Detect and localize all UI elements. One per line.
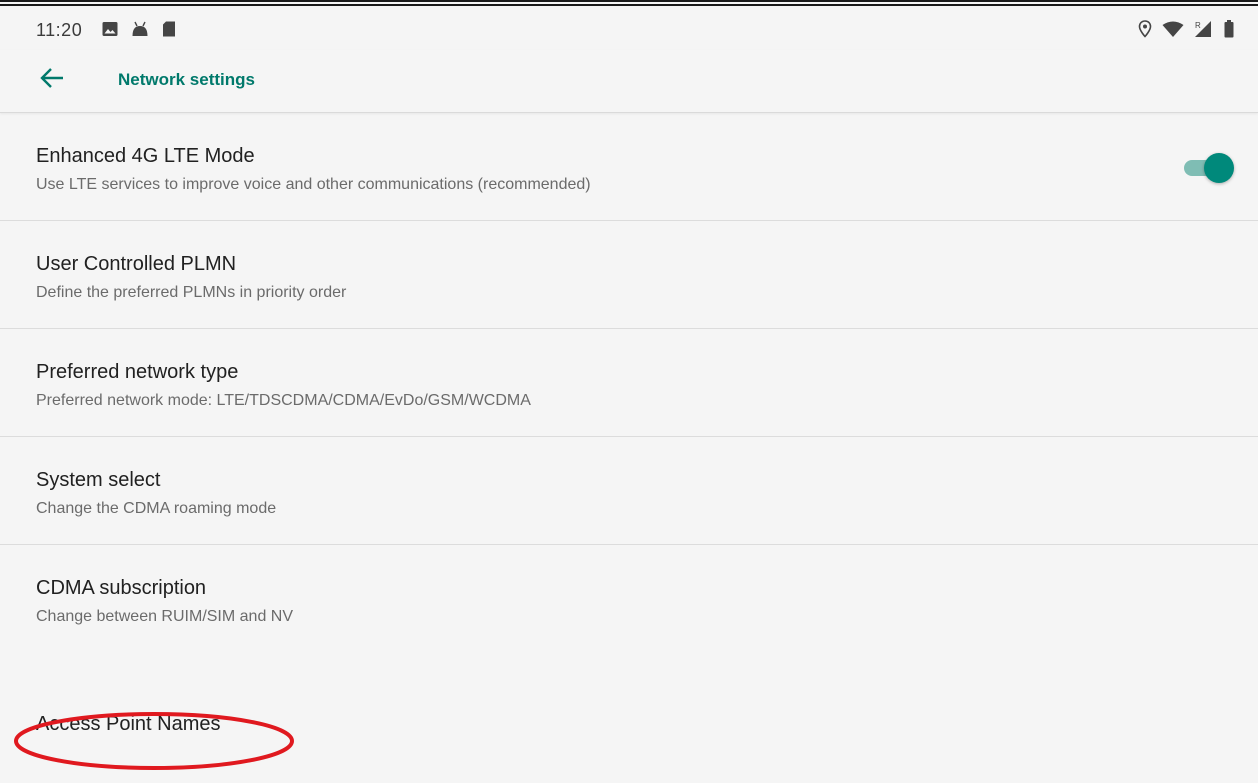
setting-enhanced-4g-lte[interactable]: Enhanced 4G LTE Mode Use LTE services to… (0, 113, 1258, 221)
app-bar: Network settings (0, 50, 1258, 113)
notification-icons (102, 21, 176, 37)
setting-title: CDMA subscription (36, 577, 207, 599)
setting-title: Preferred network type (36, 361, 239, 383)
setting-summary: Change the CDMA roaming mode (36, 500, 277, 517)
setting-preferred-network-type[interactable]: Preferred network type Preferred network… (0, 329, 1258, 437)
setting-access-point-names[interactable]: Access Point Names (0, 688, 1258, 783)
setting-title: Enhanced 4G LTE Mode (36, 145, 255, 167)
setting-summary: Define the preferred PLMNs in priority o… (36, 284, 347, 301)
setting-title: User Controlled PLMN (36, 253, 237, 275)
system-icons: R (1138, 20, 1234, 38)
setting-title: Access Point Names (36, 713, 221, 735)
status-time: 11:20 (36, 20, 83, 40)
roaming-indicator: R (1195, 21, 1201, 30)
settings-list: Enhanced 4G LTE Mode Use LTE services to… (0, 113, 1258, 685)
setting-summary: Change between RUIM/SIM and NV (36, 608, 294, 625)
signal-roaming-icon: R (1194, 20, 1214, 38)
setting-summary: Preferred network mode: LTE/TDSCDMA/CDMA… (36, 392, 531, 409)
setting-user-controlled-plmn[interactable]: User Controlled PLMN Define the preferre… (0, 221, 1258, 329)
lte-mode-toggle[interactable] (1184, 153, 1234, 183)
screen: 11:20 R Network settings Enhanced 4G LTE… (0, 0, 1258, 783)
arrow-back-icon (39, 67, 65, 94)
toggle-thumb (1204, 153, 1234, 183)
location-icon (1138, 20, 1152, 38)
page-title: Network settings (118, 70, 255, 89)
status-bar: 11:20 R (0, 6, 1258, 50)
battery-icon (1224, 20, 1234, 38)
setting-title: System select (36, 469, 161, 491)
setting-system-select[interactable]: System select Change the CDMA roaming mo… (0, 437, 1258, 545)
setting-summary: Use LTE services to improve voice and ot… (36, 176, 591, 193)
image-icon (102, 21, 118, 37)
setting-cdma-subscription[interactable]: CDMA subscription Change between RUIM/SI… (0, 545, 1258, 685)
android-icon (131, 21, 149, 37)
sd-card-icon (162, 21, 176, 37)
wifi-icon (1162, 21, 1184, 37)
back-button[interactable] (30, 60, 74, 100)
